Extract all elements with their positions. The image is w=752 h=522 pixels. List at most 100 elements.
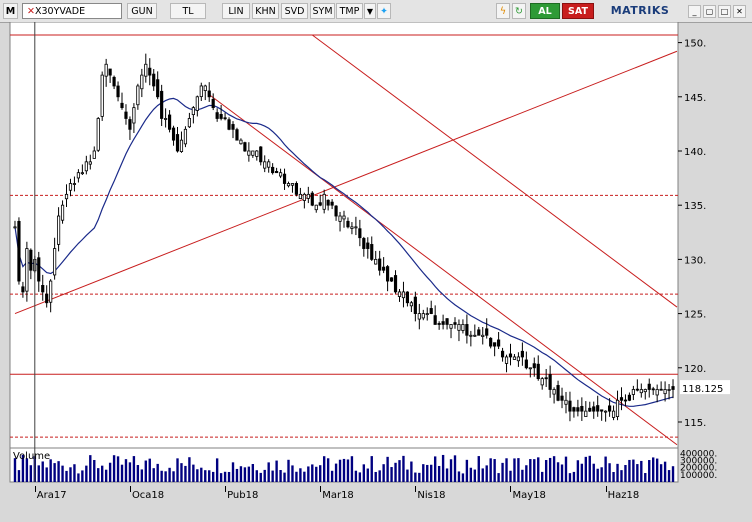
tmp-button[interactable]: TMP [336,3,363,19]
volume-bar [572,471,576,482]
close-window-icon[interactable]: ✕ [733,5,746,18]
buy-button[interactable]: AL [530,3,560,19]
candle [120,102,124,109]
volume-bar [192,464,195,482]
candle [643,389,647,393]
candle [362,238,366,249]
restore-icon[interactable]: ▢ [703,5,716,18]
candle [247,150,251,156]
volume-bar [588,455,591,482]
price-panel [9,22,679,449]
time-axis-label: Oca18 [131,490,165,501]
khn-button[interactable]: KHN [252,3,279,19]
volume-bar [299,468,302,482]
candle [84,161,88,172]
volume-bar [37,465,40,482]
volume-bar [350,456,354,482]
volume-bar [41,461,44,482]
volume-bar [358,472,362,482]
time-axis-label: Mar18 [322,490,354,501]
candle [469,334,473,337]
candle [433,315,437,325]
candle [409,302,413,307]
chevron-down-icon[interactable]: ▼ [364,3,376,19]
volume-bar [663,461,667,482]
candle [96,118,100,151]
candle [330,201,334,206]
candle [516,356,521,362]
svd-button[interactable]: SVD [281,3,308,19]
volume-bar [160,470,163,482]
candle [659,388,663,391]
candle [60,204,65,221]
candle [183,128,188,145]
candle [346,220,350,228]
candle [294,183,299,195]
volume-bar [648,460,651,482]
volume-bar [132,456,136,482]
candle [417,313,421,320]
volume-bar [164,471,167,482]
volume-bar [168,467,171,482]
refresh-icon[interactable]: ↻ [512,3,526,19]
candle [144,63,148,77]
candle [227,119,231,130]
candle [275,171,279,174]
candle [429,308,433,314]
volume-bar [525,465,528,482]
candle [382,266,386,271]
symbol-selector[interactable]: ✕X30YVADE [22,3,122,19]
maximize-icon[interactable]: □ [718,5,731,18]
volume-bar [319,465,322,482]
volume-bar [433,456,437,482]
candle [481,334,485,337]
volume-bar [271,470,274,482]
scale-button[interactable]: LIN [222,3,250,19]
volume-bar [322,456,326,482]
volume-bar [29,465,33,482]
time-axis-label: Pub18 [227,490,259,501]
sym-button[interactable]: SYM [310,3,335,19]
candle [223,117,227,120]
candle [255,150,259,157]
candle [386,266,390,282]
price-tick-label: 130. [684,255,706,266]
close-icon[interactable]: ✕ [27,6,35,17]
volume-bar [45,467,48,482]
volume-bar [616,463,619,482]
volume-bar [477,456,480,482]
candle [112,76,116,87]
candle [445,318,449,325]
lightning-icon[interactable]: ϟ [496,3,510,19]
price-chart[interactable]: 150. 145. 140. 135. 130. 125. 120. 115. 400000.… [0,22,752,522]
volume-bar [576,460,580,482]
volume-tick-label: 100000. [680,471,717,481]
volume-bar [334,463,338,482]
currency-button[interactable]: TL [170,3,206,19]
volume-bar [390,467,393,482]
volume-bar [17,470,21,482]
volume-bar [596,468,599,482]
volume-bar [632,459,635,482]
volume-bar [509,470,512,482]
volume-bar [624,465,627,482]
sell-button[interactable]: SAT [562,3,594,19]
volume-bar [211,471,215,482]
candle [179,139,184,153]
minimize-icon[interactable]: _ [688,5,701,18]
twitter-icon[interactable]: ✦ [377,3,391,19]
candle [512,356,517,360]
candle [124,111,128,119]
volume-bar [394,462,397,482]
volume-bar [481,468,484,482]
volume-bar [568,473,572,482]
time-axis-tick [225,486,227,492]
candle [231,124,235,130]
volume-bar [556,462,560,482]
period-button[interactable]: GUN [127,3,157,19]
volume-bar [457,471,461,482]
candle [635,388,639,391]
volume-bar [93,459,96,482]
volume-bar [124,459,128,482]
volume-bar [120,464,124,482]
